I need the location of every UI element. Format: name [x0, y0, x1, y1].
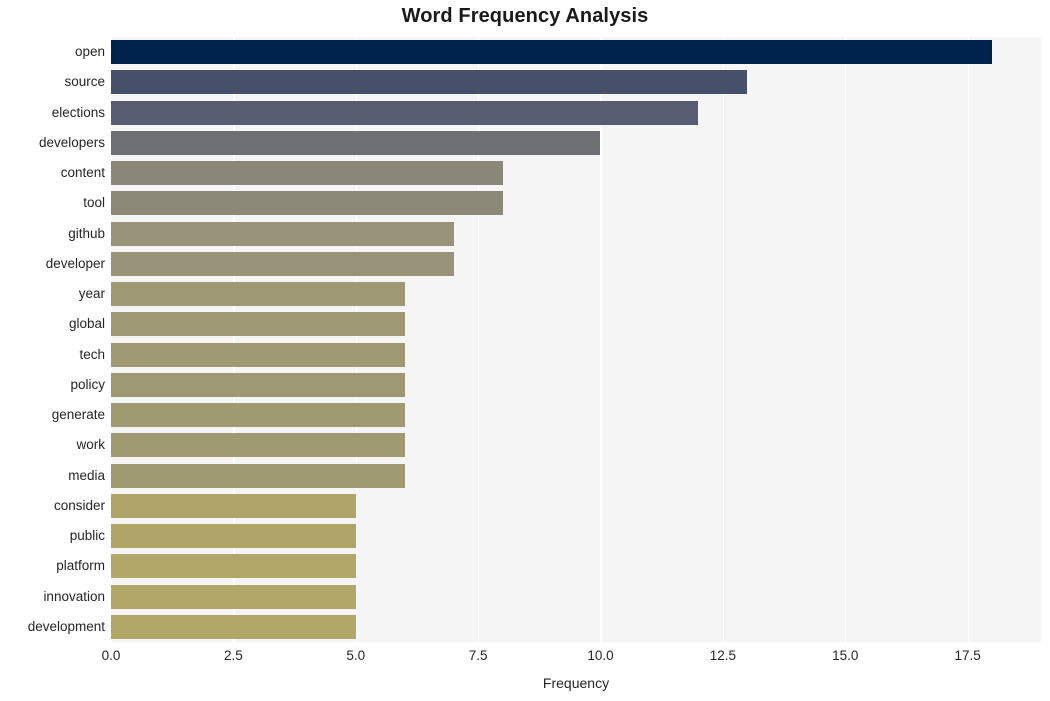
bar: [111, 403, 405, 428]
y-axis-tick-label: tool: [83, 195, 105, 211]
bar-fill: [111, 463, 405, 488]
bar-fill: [111, 524, 356, 549]
gridline-vertical: [233, 37, 235, 642]
y-axis-tick-label: public: [69, 528, 105, 544]
bar: [111, 584, 356, 609]
x-axis-tick-label: 10.0: [587, 648, 614, 663]
gridline-vertical: [355, 37, 357, 642]
gridline-vertical: [967, 37, 969, 642]
bar: [111, 161, 503, 186]
x-axis-tick-label: 7.5: [468, 648, 488, 663]
bar: [111, 191, 503, 216]
y-axis-tick-label: media: [68, 467, 105, 483]
y-axis-tick-labels: open source elections developers content tool…: [0, 37, 105, 642]
bar-fill: [111, 614, 356, 639]
bar: [111, 100, 699, 125]
y-axis-tick-label: policy: [70, 376, 105, 392]
gridline-vertical: [845, 37, 847, 642]
bar: [111, 433, 405, 458]
y-axis-tick-label: developers: [38, 134, 105, 150]
bar: [111, 282, 405, 307]
y-axis-tick-label: consider: [53, 497, 105, 513]
bar: [111, 130, 601, 155]
bar-fill: [111, 342, 405, 367]
bar: [111, 221, 454, 246]
bar-fill: [111, 100, 699, 125]
bar-fill: [111, 221, 454, 246]
y-axis-tick-label: year: [78, 286, 105, 302]
y-axis-tick-label: generate: [51, 407, 105, 423]
bar-fill: [111, 191, 503, 216]
plot-area: [111, 37, 1041, 642]
x-axis-tick-labels: 0.0 2.5 5.0 7.5 10.0 12.5 15.0 17.5: [0, 648, 1050, 670]
bar-fill: [111, 251, 454, 276]
bar-fill: [111, 403, 405, 428]
x-axis-tick-label: 17.5: [954, 648, 981, 663]
bar-fill: [111, 433, 405, 458]
y-axis-tick-label: global: [68, 316, 105, 332]
y-axis-tick-label: developer: [45, 255, 105, 271]
bar: [111, 372, 405, 397]
x-axis-tick-label: 15.0: [832, 648, 859, 663]
bar-fill: [111, 40, 993, 65]
bar: [111, 40, 993, 65]
x-axis-tick-label: 5.0: [346, 648, 366, 663]
bar: [111, 554, 356, 579]
bar-fill: [111, 493, 356, 518]
bar-fill: [111, 372, 405, 397]
bar-fill: [111, 282, 405, 307]
gridline-vertical: [600, 37, 602, 642]
y-axis-tick-label: open: [74, 44, 105, 60]
x-axis-tick-label: 0.0: [101, 648, 121, 663]
y-axis-tick-label: development: [27, 618, 105, 634]
gridline-vertical: [722, 37, 725, 642]
bar: [111, 70, 748, 95]
bar-fill: [111, 554, 356, 579]
bar: [111, 342, 405, 367]
bar: [111, 312, 405, 337]
chart-title: Word Frequency Analysis: [401, 5, 649, 27]
x-axis-tick-label: 2.5: [223, 648, 243, 663]
bar-fill: [111, 312, 405, 337]
bar-fill: [111, 70, 748, 95]
y-axis-tick-label: tech: [79, 346, 105, 362]
y-axis-tick-label: innovation: [43, 588, 105, 604]
y-axis-tick-label: source: [64, 74, 105, 90]
gridline-vertical: [111, 37, 113, 642]
y-axis-tick-label: platform: [56, 558, 105, 574]
y-axis-tick-label: work: [76, 437, 105, 453]
y-axis-tick-label: content: [60, 165, 105, 181]
x-axis-title: Frequency: [542, 675, 610, 691]
bar: [111, 463, 405, 488]
chart-figure: Word Frequency Analysis open source electi…: [0, 0, 1050, 701]
bar-fill: [111, 584, 356, 609]
y-axis-tick-label: github: [68, 225, 105, 241]
bar: [111, 614, 356, 639]
y-axis-tick-label: elections: [51, 104, 105, 120]
bar: [111, 251, 454, 276]
bar-fill: [111, 161, 503, 186]
bar: [111, 493, 356, 518]
bar: [111, 524, 356, 549]
bar-fill: [111, 130, 601, 155]
x-axis-tick-label: 12.5: [709, 648, 736, 663]
gridline-vertical: [478, 37, 480, 642]
